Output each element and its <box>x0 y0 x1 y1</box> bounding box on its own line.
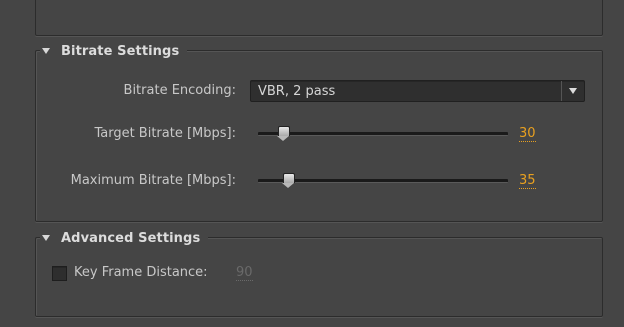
bitrate-encoding-dropdown[interactable]: VBR, 2 pass <box>250 80 585 102</box>
target-bitrate-value[interactable]: 30 <box>519 127 536 142</box>
chevron-down-icon[interactable] <box>561 81 584 101</box>
target-bitrate-label: Target Bitrate [Mbps]: <box>94 126 236 141</box>
bitrate-encoding-label: Bitrate Encoding: <box>123 83 236 98</box>
key-frame-distance-checkbox[interactable] <box>52 266 67 281</box>
key-frame-distance-value: 90 <box>236 265 253 281</box>
bitrate-settings-header[interactable]: Bitrate Settings <box>40 42 188 60</box>
collapse-triangle-icon[interactable] <box>42 48 50 54</box>
target-bitrate-track[interactable] <box>258 132 508 136</box>
bitrate-settings-title: Bitrate Settings <box>61 43 180 59</box>
collapse-triangle-icon[interactable] <box>42 235 50 241</box>
previous-settings-group <box>35 0 603 36</box>
key-frame-distance-label[interactable]: Key Frame Distance: <box>74 265 208 280</box>
maximum-bitrate-value[interactable]: 35 <box>519 174 536 189</box>
export-settings-panel: Bitrate Settings Bitrate Encoding: VBR, … <box>0 0 624 327</box>
maximum-bitrate-track[interactable] <box>258 179 508 183</box>
advanced-settings-header[interactable]: Advanced Settings <box>40 229 209 247</box>
maximum-bitrate-label: Maximum Bitrate [Mbps]: <box>70 173 236 188</box>
maximum-bitrate-slider[interactable] <box>258 173 508 188</box>
target-bitrate-slider[interactable] <box>258 126 508 141</box>
advanced-settings-title: Advanced Settings <box>61 230 201 246</box>
bitrate-encoding-value: VBR, 2 pass <box>258 83 336 99</box>
